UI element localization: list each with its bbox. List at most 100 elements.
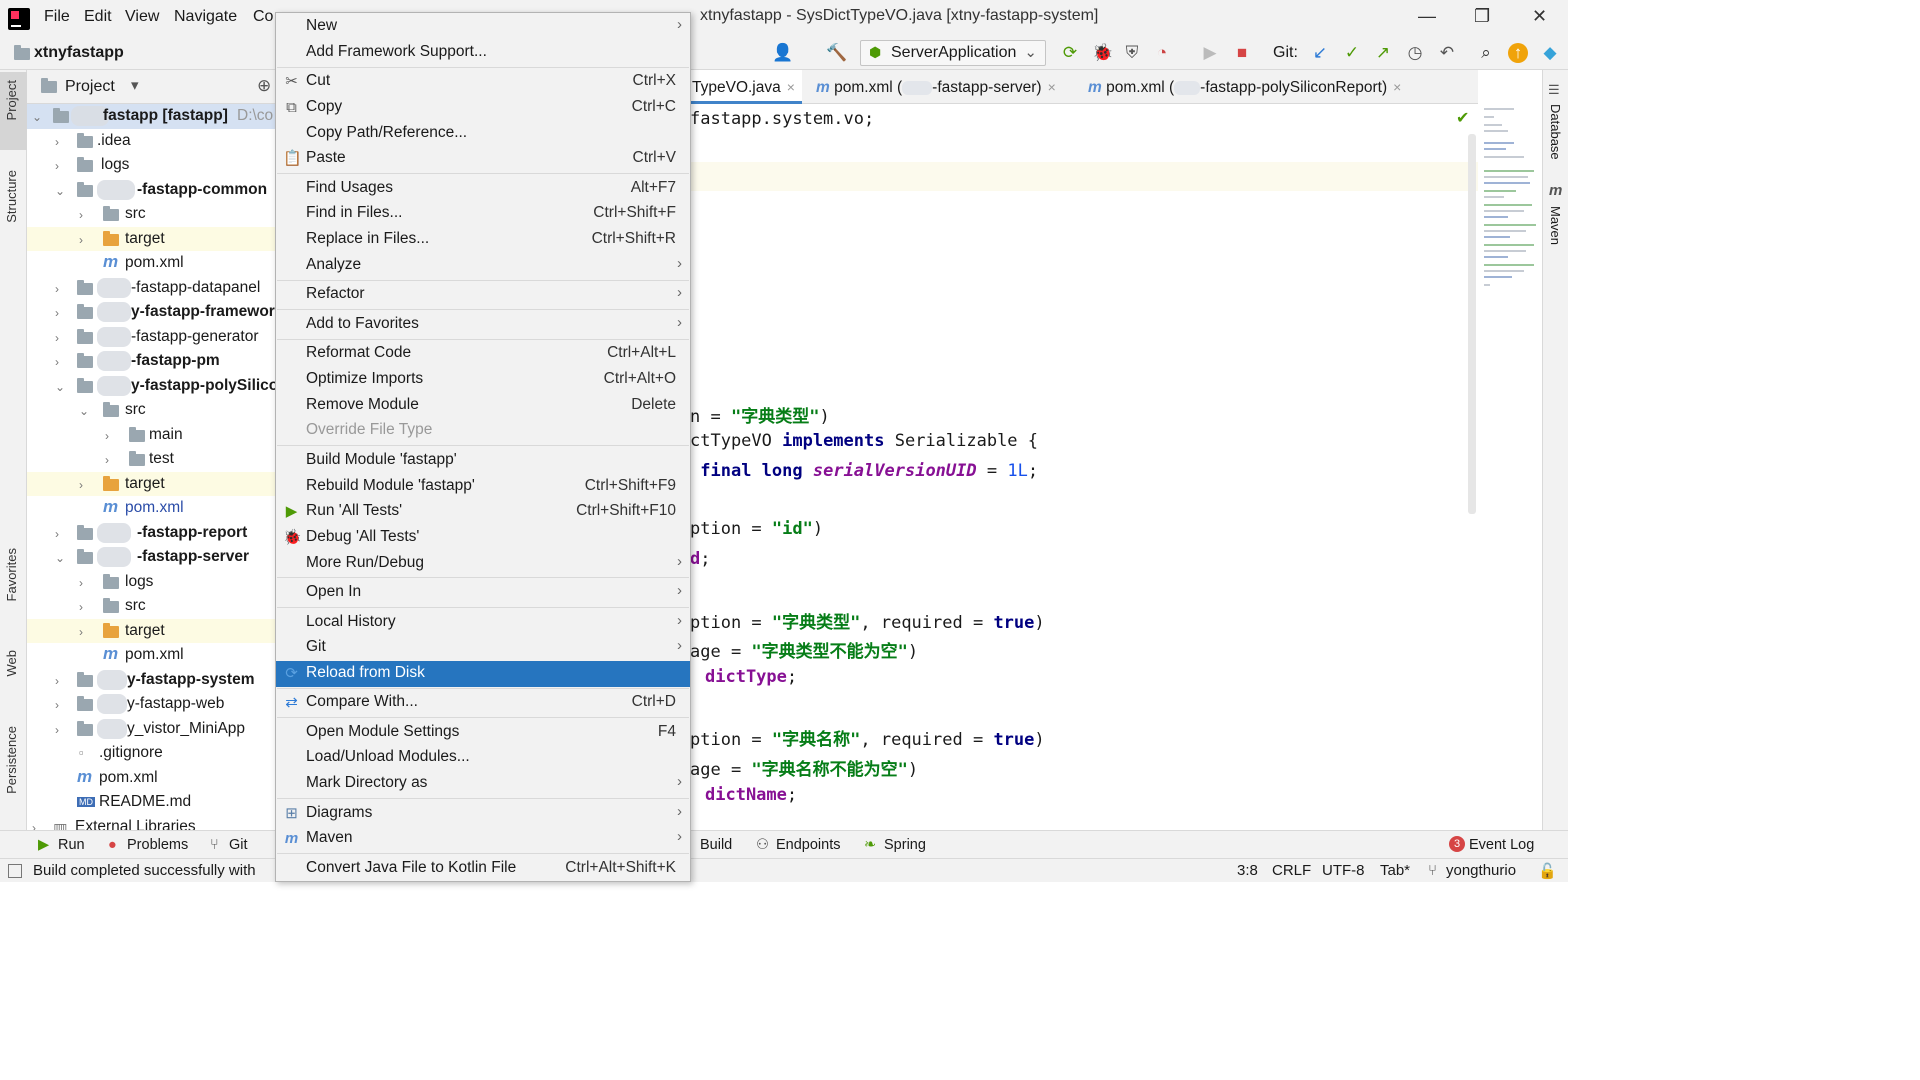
menu-item-add-to-favorites[interactable]: Add to Favorites ›: [276, 312, 690, 338]
tree-item-external-libraries[interactable]: › ▥ External Libraries: [27, 815, 275, 831]
tool-project[interactable]: Project: [4, 80, 19, 120]
history-icon[interactable]: ◷: [1405, 43, 1425, 63]
minimize-icon[interactable]: —: [1418, 6, 1436, 27]
chevron-down-icon[interactable]: ▾: [131, 76, 139, 94]
menu-view[interactable]: View: [125, 8, 159, 26]
tab-pom-polysiliconreport[interactable]: m pom.xml (-fastapp-polySiliconReport) ×: [1088, 79, 1401, 97]
menu-item-paste[interactable]: 📋 Paste Ctrl+V: [276, 146, 690, 172]
tool-persistence[interactable]: Persistence: [4, 726, 19, 794]
menu-item-rebuild-module[interactable]: Rebuild Module 'fastapp' Ctrl+Shift+F9: [276, 474, 690, 500]
tree-item-datapanel[interactable]: › -fastapp-datapanel: [27, 276, 275, 301]
profile-icon[interactable]: ◔: [1152, 43, 1172, 63]
git-push-icon[interactable]: ↗: [1373, 43, 1393, 63]
menu-item-optimize-imports[interactable]: Optimize Imports Ctrl+Alt+O: [276, 367, 690, 393]
tool-run[interactable]: Run: [58, 837, 85, 853]
tree-item-polysilicon[interactable]: ⌄ y-fastapp-polySilicon: [27, 374, 275, 399]
git-commit-icon[interactable]: ✓: [1342, 43, 1362, 63]
update-icon[interactable]: ↑: [1508, 43, 1528, 63]
tree-item-web[interactable]: › y-fastapp-web: [27, 692, 275, 717]
tree-item-pom[interactable]: m pom.xml: [27, 766, 275, 791]
rollback-icon[interactable]: ↶: [1437, 43, 1457, 63]
tree-item-src[interactable]: › src: [27, 202, 275, 227]
tree-item-idea[interactable]: › .idea: [27, 129, 275, 154]
menu-item-remove-module[interactable]: Remove Module Delete: [276, 393, 690, 419]
menu-item-maven[interactable]: m Maven ›: [276, 826, 690, 852]
tool-database[interactable]: Database: [1548, 104, 1563, 160]
menu-item-cut[interactable]: ✂ Cut Ctrl+X: [276, 69, 690, 95]
coverage-icon[interactable]: ⛨: [1122, 43, 1142, 63]
plugin-icon[interactable]: ◆: [1540, 43, 1560, 63]
rerun-icon[interactable]: ⟳: [1060, 43, 1080, 63]
locate-icon[interactable]: ⊕: [257, 76, 271, 96]
tool-endpoints[interactable]: Endpoints: [776, 837, 841, 853]
tree-item-pom[interactable]: m pom.xml: [27, 496, 275, 521]
git-branch[interactable]: yongthurio: [1446, 862, 1516, 879]
tree-item-logs[interactable]: › logs: [27, 153, 275, 178]
tree-item-src[interactable]: › src: [27, 594, 275, 619]
tool-maven[interactable]: Maven: [1548, 206, 1563, 245]
menu-item-git[interactable]: Git ›: [276, 635, 690, 661]
tool-windows-toggle-icon[interactable]: [8, 864, 22, 878]
tree-item-pom[interactable]: m pom.xml: [27, 643, 275, 668]
menu-item-load-unload-modules[interactable]: Load/Unload Modules...: [276, 745, 690, 771]
debug-bug-icon[interactable]: 🐞: [1092, 43, 1113, 63]
tree-item-readme[interactable]: MD README.md: [27, 790, 275, 815]
tool-git[interactable]: Git: [229, 837, 248, 853]
menu-item-mark-directory-as[interactable]: Mark Directory as ›: [276, 771, 690, 797]
tool-spring[interactable]: Spring: [884, 837, 926, 853]
tree-item-logs[interactable]: › logs: [27, 570, 275, 595]
tab-sysdicttypevo[interactable]: TypeVO.java ×: [692, 79, 795, 97]
menu-item-open-in[interactable]: Open In ›: [276, 580, 690, 606]
vertical-scrollbar[interactable]: [1468, 134, 1476, 514]
git-update-icon[interactable]: ↙: [1310, 43, 1330, 63]
tree-item-miniapp[interactable]: › y_vistor_MiniApp: [27, 717, 275, 742]
tree-item-system[interactable]: › y-fastapp-system: [27, 668, 275, 693]
menu-item-analyze[interactable]: Analyze ›: [276, 253, 690, 279]
menu-item-replace-in-files[interactable]: Replace in Files... Ctrl+Shift+R: [276, 227, 690, 253]
tree-item-test[interactable]: › test: [27, 447, 275, 472]
close-tab-icon[interactable]: ×: [787, 79, 795, 95]
menu-code[interactable]: Co: [253, 8, 273, 26]
restore-icon[interactable]: ❐: [1474, 6, 1490, 27]
tree-item-framework[interactable]: › y-fastapp-framework: [27, 300, 275, 325]
user-icon[interactable]: 👤: [772, 43, 793, 63]
menu-item-copy[interactable]: ⧉ Copy Ctrl+C: [276, 95, 690, 121]
menu-item-debug-all-tests[interactable]: 🐞 Debug 'All Tests': [276, 525, 690, 551]
menu-item-reload-from-disk[interactable]: ⟳ Reload from Disk: [276, 661, 690, 687]
run-config-select[interactable]: ⬢ ServerApplication ⌄: [860, 40, 1046, 66]
tree-item-src[interactable]: ⌄ src: [27, 398, 275, 423]
menu-item-reformat-code[interactable]: Reformat Code Ctrl+Alt+L: [276, 341, 690, 367]
menu-item-open-module-settings[interactable]: Open Module Settings F4: [276, 720, 690, 746]
status-message[interactable]: Build completed successfully with: [33, 862, 256, 879]
tree-item-report[interactable]: › -fastapp-report: [27, 521, 275, 546]
lock-icon[interactable]: 🔓: [1538, 862, 1557, 880]
project-view-label[interactable]: Project: [65, 78, 115, 96]
run-icon[interactable]: ▶: [1200, 43, 1220, 63]
menu-item-copy-path[interactable]: Copy Path/Reference...: [276, 121, 690, 147]
tool-web[interactable]: Web: [4, 650, 19, 677]
stop-icon[interactable]: ■: [1232, 43, 1252, 63]
menu-item-add-framework-support[interactable]: Add Framework Support...: [276, 40, 690, 66]
intellij-logo-icon[interactable]: [8, 8, 30, 30]
tree-item-target[interactable]: › target: [27, 471, 275, 496]
menu-item-compare-with[interactable]: ⇄ Compare With... Ctrl+D: [276, 690, 690, 716]
file-encoding[interactable]: UTF-8: [1322, 862, 1365, 879]
indent-setting[interactable]: Tab*: [1380, 862, 1410, 879]
search-icon[interactable]: ⌕: [1476, 43, 1496, 63]
menu-file[interactable]: File: [44, 8, 70, 26]
tree-item-pm[interactable]: › -fastapp-pm: [27, 349, 275, 374]
tool-favorites[interactable]: Favorites: [4, 548, 19, 601]
close-tab-icon[interactable]: ×: [1393, 79, 1401, 95]
menu-navigate[interactable]: Navigate: [174, 8, 237, 26]
breadcrumb-project[interactable]: xtnyfastapp: [34, 44, 124, 62]
close-icon[interactable]: ✕: [1532, 6, 1547, 27]
code-editor[interactable]: fastapp.system.vo; n = "字典类型") ctTypeVO …: [690, 104, 1478, 830]
tool-problems[interactable]: Problems: [127, 837, 188, 853]
tree-item-server[interactable]: ⌄ -fastapp-server: [27, 545, 275, 570]
tree-root[interactable]: ⌄ fastapp [fastapp] D:\co: [27, 104, 275, 129]
menu-item-find-usages[interactable]: Find Usages Alt+F7: [276, 176, 690, 202]
tree-item-gitignore[interactable]: ▫ .gitignore: [27, 741, 275, 766]
tab-pom-server[interactable]: m pom.xml (-fastapp-server) ×: [816, 79, 1056, 97]
tool-build[interactable]: Build: [700, 837, 732, 853]
tree-item-generator[interactable]: › -fastapp-generator: [27, 325, 275, 350]
